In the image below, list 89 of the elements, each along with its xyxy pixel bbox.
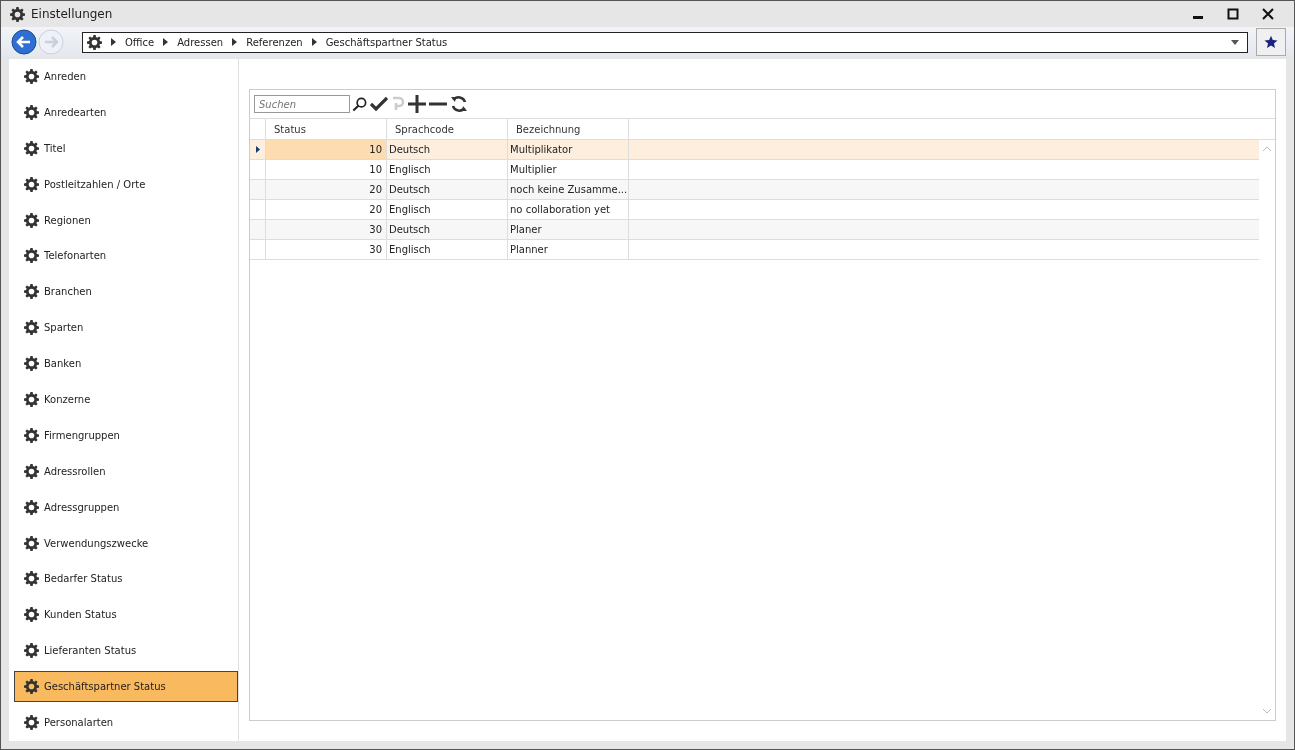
table-cell: Multiplier [508, 160, 629, 179]
settings-icon [24, 714, 39, 730]
table-cell: no collaboration yet [508, 200, 629, 219]
sidebar-item[interactable]: Personalarten [14, 707, 238, 738]
settings-icon [24, 643, 39, 659]
sidebar-item[interactable]: Sparten [14, 312, 238, 344]
settings-icon [24, 463, 39, 479]
table-cell: 10 [266, 160, 387, 179]
chevron-right-icon [111, 38, 116, 46]
settings-icon [24, 679, 39, 695]
chevron-right-icon [163, 38, 169, 46]
table-row[interactable]: 20 Englisch no collaboration yet [250, 200, 1259, 220]
table-cell: 20 [266, 180, 387, 199]
table-cell: Multiplikator [508, 140, 629, 159]
sidebar-item[interactable]: Banken [14, 348, 238, 379]
settings-icon [24, 104, 39, 120]
table-cell: Englisch [387, 240, 508, 259]
sidebar-item[interactable]: Anredearten [14, 96, 238, 128]
plus-icon[interactable] [408, 95, 426, 113]
chevron-right-icon [232, 38, 238, 46]
table-cell: 30 [266, 220, 387, 239]
settings-icon [24, 427, 39, 443]
maximize-button[interactable] [1227, 8, 1239, 20]
sidebar-item[interactable]: Adressgruppen [14, 491, 238, 523]
sidebar-item[interactable]: Adressrollen [14, 455, 238, 487]
favorite-button[interactable] [1256, 28, 1286, 56]
settings-icon [24, 140, 39, 156]
settings-icon [24, 391, 39, 407]
sidebar-item[interactable]: Telefonarten [14, 240, 238, 272]
sidebar-item[interactable]: Branchen [14, 276, 238, 308]
table-cell: Englisch [387, 160, 508, 179]
settings-icon [24, 356, 39, 372]
back-button[interactable] [11, 29, 37, 55]
table-cell: Deutsch [387, 140, 508, 159]
current-row-icon [255, 146, 260, 153]
table-cell: Planer [508, 220, 629, 239]
settings-icon [24, 68, 39, 84]
breadcrumb-item[interactable]: Adressen [177, 36, 224, 48]
settings-icon [24, 535, 39, 551]
close-button[interactable] [1262, 8, 1274, 20]
chevron-right-icon [311, 38, 317, 46]
column-header[interactable]: Sprachcode [387, 119, 508, 139]
breadcrumb-item[interactable]: Geschäftspartner Status [325, 36, 448, 48]
sidebar-item[interactable]: Lieferanten Status [14, 635, 238, 667]
table-row[interactable]: 10 Englisch Multiplier [250, 160, 1259, 180]
breadcrumb-item[interactable]: Office [125, 36, 155, 48]
settings-icon [24, 571, 39, 587]
table-row[interactable]: 10 Deutsch Multiplikator [250, 140, 1259, 160]
search-field[interactable]: Suchen [254, 95, 350, 113]
dropdown-arrow-icon[interactable] [1231, 39, 1239, 45]
settings-icon [24, 248, 39, 264]
settings-icon [24, 284, 39, 300]
settings-icon [24, 176, 39, 192]
window-title: Einstellungen [31, 7, 113, 21]
sidebar-item[interactable]: Titel [14, 132, 238, 164]
settings-icon [24, 499, 39, 515]
table-row[interactable]: 30 Englisch Planner [250, 240, 1259, 260]
search-icon[interactable] [352, 96, 367, 112]
settings-icon [24, 212, 39, 228]
settings-icon [24, 607, 39, 623]
settings-icon [87, 34, 102, 50]
sidebar-item[interactable]: Firmengruppen [14, 419, 238, 451]
breadcrumb-item[interactable]: Referenzen [246, 36, 303, 48]
table-row[interactable]: 20 Deutsch noch keine Zusamme... [250, 180, 1259, 200]
table-cell: Planner [508, 240, 629, 259]
table-cell: noch keine Zusamme... [508, 180, 629, 199]
sidebar-item[interactable]: Verwendungszwecke [14, 527, 238, 559]
column-header[interactable]: Bezeichnung [508, 119, 629, 139]
table-cell: 20 [266, 200, 387, 219]
settings-icon [10, 6, 25, 22]
table-cell: Englisch [387, 200, 508, 219]
settings-icon [24, 320, 39, 336]
table-cell: Deutsch [387, 180, 508, 199]
table-cell: 10 [266, 140, 387, 159]
table-cell: Deutsch [387, 220, 508, 239]
column-header[interactable]: Status [266, 119, 387, 139]
sidebar-item[interactable]: Kunden Status [14, 599, 238, 631]
sidebar-item[interactable]: Geschäftspartner Status [14, 671, 238, 703]
sidebar-item[interactable]: Bedarfer Status [14, 563, 238, 595]
star-icon [1264, 35, 1278, 49]
table-row[interactable]: 30 Deutsch Planer [250, 220, 1259, 240]
address-bar[interactable]: Office Adressen Referenzen Geschäftspartner Status [82, 31, 1248, 53]
sidebar-item[interactable]: Regionen [14, 204, 238, 236]
table-cell: 30 [266, 240, 387, 259]
sidebar-item[interactable]: Konzerne [14, 384, 238, 415]
sidebar-item[interactable]: Anreden [14, 61, 238, 92]
sidebar-item[interactable]: Postleitzahlen / Orte [14, 168, 238, 200]
checkmark-icon[interactable] [370, 96, 388, 112]
refresh-icon[interactable] [450, 95, 468, 113]
